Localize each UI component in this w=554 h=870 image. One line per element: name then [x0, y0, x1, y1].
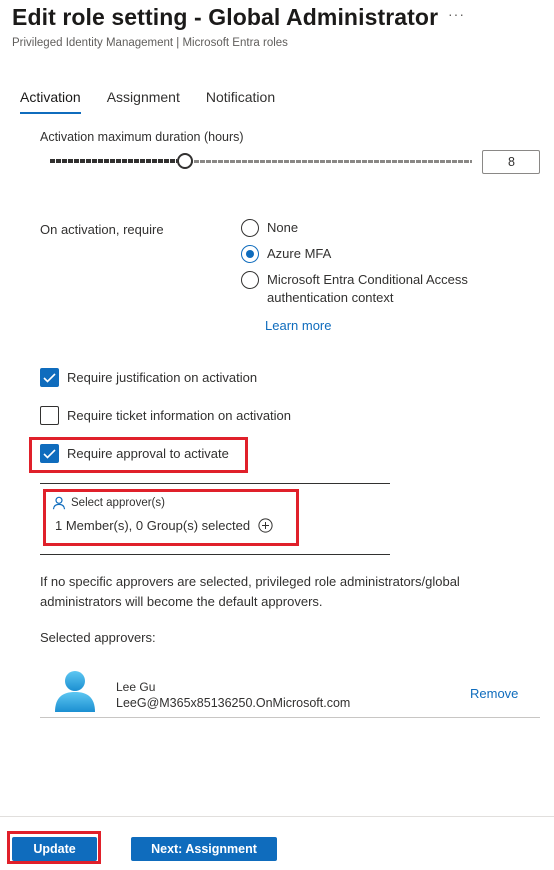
select-approvers[interactable]: Select approver(s) 1 Member(s), 0 Group(…: [52, 496, 292, 533]
duration-label: Activation maximum duration (hours): [40, 130, 244, 144]
check-label: Require approval to activate: [67, 446, 229, 461]
add-approver-icon[interactable]: [258, 518, 273, 533]
tab-notification[interactable]: Notification: [206, 89, 275, 114]
check-ticket-info[interactable]: Require ticket information on activation: [40, 406, 291, 425]
check-label: Require ticket information on activation: [67, 408, 292, 423]
radio-circle[interactable]: [241, 219, 259, 237]
tab-activation[interactable]: Activation: [20, 89, 81, 114]
checkbox[interactable]: [40, 406, 59, 425]
checkmark-icon: [43, 372, 56, 383]
require-label: On activation, require: [40, 222, 164, 237]
checkmark-icon: [43, 448, 56, 459]
radio-none[interactable]: None: [241, 219, 487, 237]
divider: [40, 554, 390, 555]
slider-thumb[interactable]: [177, 153, 194, 169]
default-approvers-info: If no specific approvers are selected, p…: [40, 574, 460, 609]
selected-approvers-label: Selected approvers:: [40, 630, 156, 645]
radio-azure-mfa[interactable]: Azure MFA: [241, 245, 487, 263]
remove-approver-link[interactable]: Remove: [470, 686, 518, 701]
approver-name: Lee Gu: [116, 680, 156, 694]
divider: [40, 483, 390, 484]
slider-fill: [50, 159, 178, 163]
approver-label-row: Select approver(s): [52, 496, 292, 510]
next-assignment-button[interactable]: Next: Assignment: [131, 837, 277, 861]
avatar: [55, 670, 95, 717]
update-button[interactable]: Update: [12, 837, 97, 861]
list-item: Lee Gu LeeG@M365x85136250.OnMicrosoft.co…: [40, 664, 540, 718]
duration-input[interactable]: [482, 150, 540, 174]
more-options-icon[interactable]: ···: [448, 6, 465, 22]
radio-label: None: [267, 220, 299, 235]
footer-divider: [0, 816, 554, 817]
breadcrumb: Privileged Identity Management | Microso…: [12, 37, 288, 49]
approver-label: Select approver(s): [71, 497, 165, 509]
check-justification[interactable]: Require justification on activation: [40, 368, 257, 387]
radio-conditional-access[interactable]: Microsoft Entra Conditional Access authe…: [241, 271, 487, 307]
checkbox-checked[interactable]: [40, 444, 59, 463]
approver-email: LeeG@M365x85136250.OnMicrosoft.com: [116, 696, 351, 710]
radio-circle[interactable]: [241, 271, 259, 289]
learn-more-link[interactable]: Learn more: [265, 318, 331, 333]
radio-label: Microsoft Entra Conditional Access authe…: [267, 272, 468, 305]
tab-assignment[interactable]: Assignment: [107, 89, 180, 114]
user-avatar-icon: [55, 671, 95, 712]
tab-strip: Activation Assignment Notification: [20, 89, 301, 114]
person-icon: [52, 496, 66, 510]
checkbox-checked[interactable]: [40, 368, 59, 387]
check-require-approval[interactable]: Require approval to activate: [40, 444, 229, 463]
approver-selection[interactable]: 1 Member(s), 0 Group(s) selected: [52, 518, 292, 533]
check-label: Require justification on activation: [67, 370, 258, 385]
duration-slider[interactable]: [50, 152, 472, 170]
approver-count: 1 Member(s), 0 Group(s) selected: [55, 518, 251, 533]
radio-label: Azure MFA: [267, 246, 332, 261]
require-radio-group: None Azure MFA Microsoft Entra Condition…: [241, 219, 487, 315]
radio-circle-checked[interactable]: [241, 245, 259, 263]
